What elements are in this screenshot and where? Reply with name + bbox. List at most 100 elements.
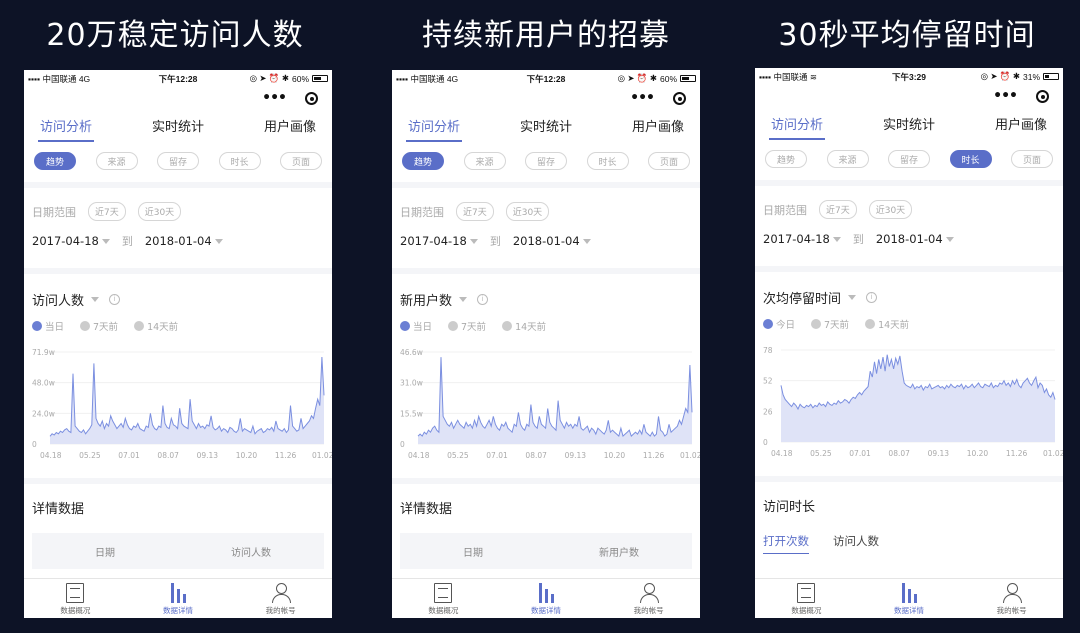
subtab-0[interactable]: 打开次数 — [763, 533, 809, 554]
legend-item-0[interactable]: 当日 — [32, 319, 64, 333]
start-date-picker[interactable]: 2017-04-18 — [400, 234, 478, 248]
close-target-icon[interactable] — [1036, 90, 1049, 103]
quick-range-30days[interactable]: 近30天 — [137, 202, 182, 221]
info-icon[interactable]: i — [477, 294, 489, 305]
nav-overview[interactable]: 数据概况 — [24, 579, 127, 618]
date-range-section: 日期范围 近7天 近30天 2017-04-18 到 2018-01-04 — [24, 188, 332, 274]
nav-details-label: 数据详情 — [531, 606, 561, 615]
filter-chips: 趋势 来源 留存 时长 页面 — [392, 142, 700, 188]
duration-subtabs: 打开次数 访问人数 — [763, 533, 1055, 554]
info-icon[interactable]: i — [866, 292, 878, 303]
tab-0[interactable]: 访问分析 — [405, 116, 463, 142]
metric-selector[interactable]: 次均停留时间 i — [763, 288, 1055, 307]
end-date-picker[interactable]: 2018-01-04 — [876, 232, 954, 246]
filter-chip-2[interactable]: 留存 — [888, 150, 930, 168]
date-range-label: 日期范围 — [400, 205, 444, 219]
legend-item-1[interactable]: 7天前 — [448, 319, 486, 333]
end-date-picker[interactable]: 2018-01-04 — [145, 234, 223, 248]
x-tick-label: 01.02 — [680, 451, 700, 460]
filter-chip-0[interactable]: 趋势 — [765, 150, 807, 168]
nav-account-label: 我的帐号 — [633, 606, 664, 615]
x-tick-label: 05.25 — [447, 451, 469, 460]
tab-2[interactable]: 用户画像 — [995, 114, 1047, 137]
nav-overview[interactable]: 数据概况 — [392, 579, 495, 618]
filter-chip-1[interactable]: 来源 — [463, 152, 506, 170]
quick-range-7days[interactable]: 近7天 — [456, 202, 494, 221]
nav-details[interactable]: 数据详情 — [495, 579, 598, 618]
quick-range-30days[interactable]: 近30天 — [505, 202, 550, 221]
legend-item-2[interactable]: 14天前 — [865, 317, 909, 331]
tab-1[interactable]: 实时统计 — [883, 114, 935, 137]
info-icon[interactable]: i — [109, 294, 121, 305]
start-date-picker[interactable]: 2017-04-18 — [763, 232, 841, 246]
legend-item-1[interactable]: 7天前 — [811, 317, 849, 331]
range-to-label: 到 — [852, 233, 864, 246]
start-date-picker[interactable]: 2017-04-18 — [32, 234, 110, 248]
nav-overview[interactable]: 数据概况 — [755, 579, 858, 618]
filter-chip-2[interactable]: 留存 — [157, 152, 199, 170]
filter-chip-0[interactable]: 趋势 — [34, 152, 76, 170]
miniprogram-capsule: ••• — [24, 86, 332, 112]
legend-dot — [134, 321, 145, 331]
phone-screen-0: ▪▪▪▪ 中国联通 4G 下午12:28 ◎ ➤ ⏰ ✱ 60% ••• 访问分… — [24, 70, 332, 618]
quick-range-30days[interactable]: 近30天 — [868, 200, 913, 219]
tab-1[interactable]: 实时统计 — [152, 116, 204, 139]
metric-selector[interactable]: 访问人数 i — [32, 290, 324, 309]
tab-1[interactable]: 实时统计 — [520, 116, 572, 139]
more-icon[interactable]: ••• — [630, 90, 655, 106]
x-tick-label: 04.18 — [408, 451, 430, 460]
filter-chip-4[interactable]: 页面 — [648, 152, 690, 170]
trend-chart-section: 访问人数 i 当日 7天前 14天前 71.9w 48.0w 24.0w 0 04.18 05.… — [24, 274, 332, 484]
filter-chip-1[interactable]: 来源 — [826, 150, 869, 168]
filter-chip-2[interactable]: 留存 — [525, 152, 567, 170]
nav-account-label: 我的帐号 — [996, 606, 1027, 615]
filter-chip-3[interactable]: 时长 — [586, 152, 629, 170]
legend-item-0[interactable]: 当日 — [400, 319, 432, 333]
close-target-icon[interactable] — [305, 92, 318, 105]
close-target-icon[interactable] — [673, 92, 686, 105]
subtab-1[interactable]: 访问人数 — [833, 533, 879, 549]
nav-account[interactable]: 我的帐号 — [960, 579, 1063, 618]
filter-chip-4[interactable]: 页面 — [1011, 150, 1053, 168]
tab-0[interactable]: 访问分析 — [37, 116, 95, 142]
filter-chip-0[interactable]: 趋势 — [402, 152, 444, 170]
details-title: 访问时长 — [763, 500, 816, 515]
y-tick-label: 15.5w — [400, 409, 423, 418]
legend-dot — [865, 319, 876, 329]
filter-chip-1[interactable]: 来源 — [95, 152, 138, 170]
quick-range-7days[interactable]: 近7天 — [819, 200, 857, 219]
more-icon[interactable]: ••• — [262, 90, 287, 106]
nav-account[interactable]: 我的帐号 — [597, 579, 700, 618]
battery-icon — [1043, 73, 1059, 80]
column-header-1: 访问人数 — [231, 547, 271, 559]
nav-details[interactable]: 数据详情 — [858, 579, 961, 618]
legend-item-1[interactable]: 7天前 — [80, 319, 118, 333]
legend-item-2[interactable]: 14天前 — [134, 319, 178, 333]
tab-0[interactable]: 访问分析 — [768, 114, 826, 140]
chevron-down-icon — [214, 239, 223, 244]
filter-chips: 趋势 来源 留存 时长 页面 — [24, 142, 332, 188]
chart-legend: 当日 7天前 14天前 — [32, 319, 324, 333]
tab-2[interactable]: 用户画像 — [264, 116, 316, 139]
legend-item-2[interactable]: 14天前 — [502, 319, 546, 333]
x-tick-label: 08.07 — [525, 451, 547, 460]
y-tick-label: 71.9w — [32, 348, 55, 357]
legend-item-0[interactable]: 今日 — [763, 317, 795, 331]
nav-details[interactable]: 数据详情 — [127, 579, 230, 618]
filter-chip-3[interactable]: 时长 — [949, 150, 992, 168]
date-range-section: 日期范围 近7天 近30天 2017-04-18 到 2018-01-04 — [392, 188, 700, 274]
metric-selector[interactable]: 新用户数 i — [400, 290, 692, 309]
filter-chips: 趋势 来源 留存 时长 页面 — [755, 140, 1063, 186]
more-icon[interactable]: ••• — [993, 88, 1018, 104]
chevron-down-icon — [469, 239, 478, 244]
battery-percent: 31% — [1022, 71, 1040, 82]
nav-overview-label: 数据概况 — [428, 606, 459, 615]
x-tick-label: 11.26 — [1006, 449, 1028, 458]
end-date-picker[interactable]: 2018-01-04 — [513, 234, 591, 248]
filter-chip-4[interactable]: 页面 — [280, 152, 322, 170]
nav-account[interactable]: 我的帐号 — [229, 579, 332, 618]
quick-range-7days[interactable]: 近7天 — [88, 202, 126, 221]
battery-percent: 60% — [291, 73, 309, 84]
filter-chip-3[interactable]: 时长 — [218, 152, 261, 170]
tab-2[interactable]: 用户画像 — [632, 116, 684, 139]
